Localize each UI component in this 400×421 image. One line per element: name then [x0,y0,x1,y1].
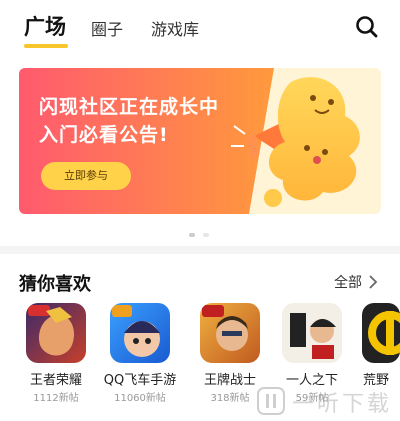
game-icon [200,303,260,363]
banner-title-line1: 闪现社区正在成长中 [39,96,220,118]
search-icon [356,16,378,38]
game-icon [282,303,342,363]
game-icon [26,303,86,363]
watermark: 一听下载 [254,382,400,421]
game-name: QQ飞车手游 [103,373,177,388]
section-divider [0,246,400,254]
view-all-link[interactable]: 全部 [334,272,362,292]
game-icon [110,303,170,363]
carousel-dot [203,233,209,237]
game-post-count: 11060新帖 [114,393,166,404]
tab-circles[interactable]: 圈子 [91,16,123,40]
tab-plaza[interactable]: 广场 [24,11,66,41]
watermark-text: 一听下载 [292,392,393,417]
chevron-right-icon [369,275,378,289]
game-icon [362,303,400,363]
search-button[interactable] [354,14,380,40]
game-name: 王者荣耀 [29,373,82,388]
banner-title-line2: 入门必看公告! [39,124,169,146]
tab-game-library[interactable]: 游戏库 [151,16,199,40]
active-tab-indicator [24,44,68,48]
section-title: 猜你喜欢 [19,274,91,295]
announcement-banner[interactable]: 闪现社区正在成长中 入门必看公告! 立即参与 [19,68,381,214]
game-post-count: 1112新帖 [33,393,79,404]
watermark-logo-icon [257,387,285,415]
carousel-dot [189,233,195,237]
top-nav: 广场 圈子 游戏库 [0,0,400,58]
join-now-button[interactable]: 立即参与 [41,162,131,190]
